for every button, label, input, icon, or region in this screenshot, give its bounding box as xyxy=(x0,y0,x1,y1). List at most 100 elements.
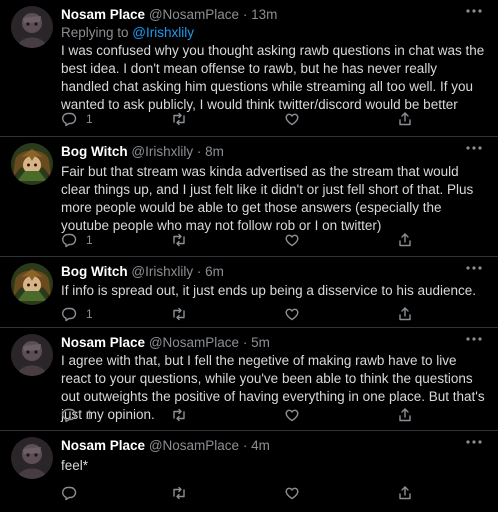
share-icon xyxy=(399,112,411,126)
tweet-actions: 1 xyxy=(61,406,461,424)
retweet-button[interactable] xyxy=(171,406,187,424)
separator-dot: · xyxy=(242,335,248,350)
reply-icon xyxy=(62,408,77,423)
heart-icon xyxy=(285,409,299,422)
separator-dot: · xyxy=(242,7,248,22)
tweet[interactable]: Bog Witch @Irishxlily · 6m If info is sp… xyxy=(0,257,498,328)
retweet-icon xyxy=(173,233,185,247)
more-options-icon[interactable] xyxy=(464,141,484,155)
avatar[interactable] xyxy=(11,143,53,185)
bog-witch-avatar-image xyxy=(11,263,53,305)
tweet[interactable]: Nosam Place @NosamPlace · 5m I agree wit… xyxy=(0,328,498,431)
more-options-icon[interactable] xyxy=(464,261,484,275)
like-button[interactable] xyxy=(284,484,300,502)
heart-icon xyxy=(285,308,299,321)
heart-icon xyxy=(285,487,299,500)
retweet-icon xyxy=(173,307,185,321)
tweet-header: Nosam Place @NosamPlace · 4m xyxy=(61,438,462,454)
reply-button[interactable]: 1 xyxy=(61,305,93,323)
tweet-text: Fair but that stream was kinda advertise… xyxy=(61,164,474,233)
tweet-header: Nosam Place @NosamPlace · 13m xyxy=(61,7,462,23)
tweet-text: If info is spread out, it just ends up b… xyxy=(61,283,476,298)
reply-button[interactable]: 1 xyxy=(61,231,93,249)
tweet-actions xyxy=(61,484,461,502)
reply-button[interactable]: 1 xyxy=(61,406,93,424)
reply-count: 1 xyxy=(86,408,93,422)
more-options-icon[interactable] xyxy=(464,332,484,346)
like-button[interactable] xyxy=(284,305,300,323)
share-button[interactable] xyxy=(397,231,413,249)
timestamp[interactable]: 13m xyxy=(251,7,277,22)
retweet-icon xyxy=(173,408,185,422)
more-options-icon[interactable] xyxy=(464,435,484,449)
retweet-icon xyxy=(173,112,185,126)
tweet-text: I was confused why you thought asking ra… xyxy=(61,43,485,112)
display-name[interactable]: Bog Witch xyxy=(61,144,128,159)
separator-dot: · xyxy=(242,438,248,453)
nosam-avatar-image xyxy=(11,437,53,479)
replying-to-handle-link[interactable]: @Irishxlily xyxy=(132,25,194,40)
retweet-icon xyxy=(173,486,185,500)
reply-icon xyxy=(62,486,77,501)
share-icon xyxy=(399,486,411,500)
like-button[interactable] xyxy=(284,231,300,249)
share-button[interactable] xyxy=(397,406,413,424)
timestamp[interactable]: 6m xyxy=(205,264,224,279)
user-handle[interactable]: @NosamPlace xyxy=(149,7,239,22)
tweet-text: feel* xyxy=(61,458,89,473)
tweet-header: Nosam Place @NosamPlace · 5m xyxy=(61,335,462,351)
share-button[interactable] xyxy=(397,305,413,323)
user-handle[interactable]: @Irishxlily xyxy=(131,144,193,159)
reply-icon xyxy=(62,233,77,248)
tweet[interactable]: Nosam Place @NosamPlace · 4m feel* xyxy=(0,431,498,512)
reply-count: 1 xyxy=(86,112,93,126)
share-icon xyxy=(399,233,411,247)
tweet[interactable]: Nosam Place @NosamPlace · 13m Replying t… xyxy=(0,0,498,137)
avatar[interactable] xyxy=(11,6,53,48)
tweet-actions: 1 xyxy=(61,305,461,323)
replying-to: Replying to @Irishxlily xyxy=(61,25,194,41)
tweet-actions: 1 xyxy=(61,231,461,249)
separator-dot: · xyxy=(196,144,202,159)
share-button[interactable] xyxy=(397,484,413,502)
nosam-avatar-image xyxy=(11,334,53,376)
reply-icon xyxy=(62,112,77,127)
timestamp[interactable]: 5m xyxy=(251,335,270,350)
bog-witch-avatar-image xyxy=(11,143,53,185)
timestamp[interactable]: 8m xyxy=(205,144,224,159)
avatar[interactable] xyxy=(11,437,53,479)
display-name[interactable]: Nosam Place xyxy=(61,7,145,22)
share-icon xyxy=(399,307,411,321)
share-button[interactable] xyxy=(397,110,413,128)
reply-button[interactable] xyxy=(61,484,86,502)
retweet-button[interactable] xyxy=(171,305,187,323)
avatar[interactable] xyxy=(11,263,53,305)
heart-icon xyxy=(285,113,299,126)
like-button[interactable] xyxy=(284,110,300,128)
user-handle[interactable]: @NosamPlace xyxy=(149,438,239,453)
reply-icon xyxy=(62,307,77,322)
tweet[interactable]: Bog Witch @Irishxlily · 8m Fair but that… xyxy=(0,137,498,257)
like-button[interactable] xyxy=(284,406,300,424)
display-name[interactable]: Bog Witch xyxy=(61,264,128,279)
user-handle[interactable]: @NosamPlace xyxy=(149,335,239,350)
reply-count: 1 xyxy=(86,307,93,321)
share-icon xyxy=(399,408,411,422)
reply-button[interactable]: 1 xyxy=(61,110,93,128)
replying-to-label: Replying to xyxy=(61,25,133,40)
timestamp[interactable]: 4m xyxy=(251,438,270,453)
nosam-avatar-image xyxy=(11,6,53,48)
more-options-icon[interactable] xyxy=(464,4,484,18)
retweet-button[interactable] xyxy=(171,110,187,128)
user-handle[interactable]: @Irishxlily xyxy=(131,264,193,279)
retweet-button[interactable] xyxy=(171,484,187,502)
display-name[interactable]: Nosam Place xyxy=(61,335,145,350)
separator-dot: · xyxy=(196,264,202,279)
tweet-header: Bog Witch @Irishxlily · 8m xyxy=(61,144,462,160)
avatar[interactable] xyxy=(11,334,53,376)
display-name[interactable]: Nosam Place xyxy=(61,438,145,453)
tweet-thread: Nosam Place @NosamPlace · 13m Replying t… xyxy=(0,0,498,512)
retweet-button[interactable] xyxy=(171,231,187,249)
tweet-actions: 1 xyxy=(61,110,461,128)
reply-count: 1 xyxy=(86,233,93,247)
